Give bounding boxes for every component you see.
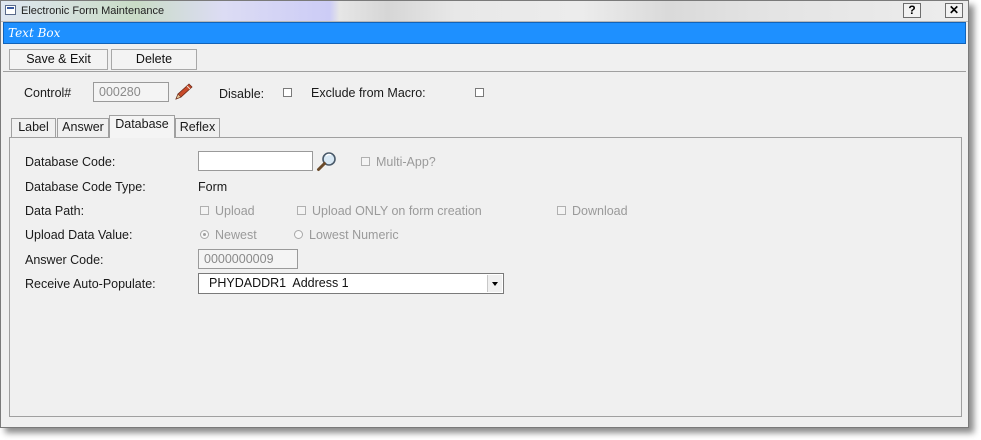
multi-app-label: Multi-App?: [376, 155, 436, 169]
newest-label: Newest: [215, 228, 257, 242]
toolbar-divider: [3, 71, 966, 72]
upload-label: Upload: [215, 204, 255, 218]
upload-data-value-label: Upload Data Value:: [25, 228, 133, 242]
download-label: Download: [572, 204, 628, 218]
tab-database[interactable]: Database: [109, 115, 175, 138]
upload-only-checkbox[interactable]: [297, 206, 306, 215]
control-number-field: 000280: [93, 82, 169, 102]
magnifier-icon[interactable]: [316, 151, 340, 173]
newest-radio[interactable]: [200, 230, 209, 239]
control-number-label: Control#: [24, 86, 72, 100]
upload-checkbox[interactable]: [200, 206, 209, 215]
database-code-label: Database Code:: [25, 155, 116, 169]
tab-answer[interactable]: Answer: [57, 118, 109, 137]
receive-auto-populate-select[interactable]: PHYDADDR1 Address 1: [198, 273, 504, 294]
download-checkbox[interactable]: [557, 206, 566, 215]
multi-app-checkbox[interactable]: [361, 157, 370, 166]
answer-code-field: 0000000009: [198, 249, 298, 269]
control-type-banner: Text Box: [3, 22, 966, 44]
lowest-numeric-label: Lowest Numeric: [309, 228, 399, 242]
answer-code-label: Answer Code:: [25, 253, 104, 267]
form-app-icon: [5, 5, 16, 15]
code-type-value: Form: [198, 180, 228, 194]
exclude-macro-checkbox[interactable]: [475, 88, 484, 97]
receive-auto-populate-value: PHYDADDR1 Address 1: [209, 276, 349, 290]
disable-checkbox[interactable]: [283, 88, 292, 97]
save-exit-button[interactable]: Save & Exit: [9, 49, 108, 70]
chevron-down-icon[interactable]: [487, 275, 502, 292]
help-button[interactable]: ?: [903, 3, 921, 18]
receive-auto-populate-label: Receive Auto-Populate:: [25, 277, 156, 291]
form-maintenance-window: Electronic Form Maintenance ? ✕ Text Box…: [0, 0, 969, 428]
exclude-macro-label: Exclude from Macro:: [311, 86, 426, 100]
code-type-label: Database Code Type:: [25, 180, 146, 194]
delete-button[interactable]: Delete: [111, 49, 197, 70]
close-button[interactable]: ✕: [945, 3, 963, 18]
tab-reflex[interactable]: Reflex: [175, 118, 220, 137]
title-bar: Electronic Form Maintenance ? ✕: [1, 1, 968, 22]
database-code-input[interactable]: [198, 151, 313, 171]
data-path-label: Data Path:: [25, 204, 85, 218]
pencil-icon[interactable]: [173, 82, 195, 102]
upload-only-label: Upload ONLY on form creation: [312, 204, 482, 218]
tab-label[interactable]: Label: [11, 118, 56, 137]
disable-label: Disable:: [219, 87, 265, 101]
control-type-title: Text Box: [8, 26, 61, 40]
window-title: Electronic Form Maintenance: [21, 5, 165, 17]
lowest-numeric-radio[interactable]: [294, 230, 303, 239]
